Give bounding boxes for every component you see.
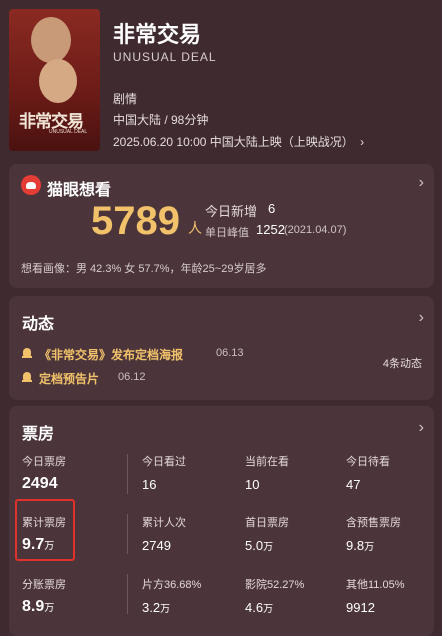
stat-value: 5.0万 — [245, 538, 289, 553]
stat-cinema-share[interactable]: 影院52.27% 4.6万 — [245, 576, 304, 615]
stat-value: 16 — [142, 477, 186, 492]
stat-unit: 万 — [44, 603, 55, 614]
stat-label: 当前在看 — [245, 456, 289, 468]
movie-header: 非常交易 UNUSUAL DEAL 非常交易 UNUSUAL DEAL 剧情 中… — [0, 0, 442, 160]
stat-unit: 万 — [160, 604, 171, 615]
stat-now-watching[interactable]: 当前在看 10 — [245, 453, 289, 492]
boxoffice-card[interactable]: 票房 › 今日票房 2494 今日看过 16 当前在看 10 今日待看 47 累… — [9, 406, 434, 636]
stat-value: 47 — [346, 477, 390, 492]
column-divider — [127, 514, 128, 554]
news-item-2-title[interactable]: 定档预告片 — [39, 370, 99, 387]
stat-label: 今日票房 — [22, 456, 66, 468]
want-to-see-unit: 人 — [188, 220, 202, 236]
stat-number: 9.8 — [346, 538, 365, 553]
chevron-right-icon[interactable]: › — [419, 174, 424, 192]
stat-label: 影院52.27% — [245, 579, 305, 591]
stat-value: 10 — [245, 477, 289, 492]
news-item-2-date: 06.12 — [118, 371, 146, 383]
stat-other-share[interactable]: 其他11.05% 9912 — [346, 576, 405, 615]
stat-number: 3.2 — [142, 600, 161, 615]
news-card[interactable]: 动态 › 《非常交易》发布定档海报 06.13 定档预告片 06.12 4条动态 — [9, 296, 434, 400]
stat-split-boxoffice[interactable]: 分账票房 8.9万 — [22, 576, 66, 616]
stat-label: 今日看过 — [142, 456, 186, 468]
stat-today-boxoffice[interactable]: 今日票房 2494 — [22, 453, 66, 493]
bell-icon — [22, 372, 32, 383]
maoyan-cat-icon — [21, 175, 41, 195]
movie-title: 非常交易 — [113, 22, 202, 47]
poster-subtitle: UNUSUAL DEAL — [49, 129, 88, 135]
want-to-see-title: 猫眼想看 — [47, 182, 112, 199]
news-item-1-title[interactable]: 《非常交易》发布定档海报 — [39, 346, 183, 363]
poster-figure-1 — [31, 17, 71, 63]
stat-value: 2494 — [22, 475, 66, 493]
daily-peak-value: 1252 — [256, 222, 285, 237]
stat-label: 累计人次 — [142, 517, 186, 529]
stat-number: 9.7 — [22, 536, 45, 553]
movie-region-duration: 中国大陆 / 98分钟 — [113, 113, 209, 127]
stat-value: 2749 — [142, 538, 186, 553]
stat-value: 3.2万 — [142, 600, 201, 615]
chevron-right-icon[interactable]: › — [419, 309, 424, 327]
stat-total-admissions[interactable]: 累计人次 2749 — [142, 514, 186, 553]
stat-number: 5.0 — [245, 538, 264, 553]
news-item-1-date: 06.13 — [216, 347, 244, 359]
daily-peak-date: (2021.04.07) — [284, 224, 347, 236]
stat-label: 首日票房 — [245, 517, 289, 529]
news-title: 动态 — [22, 316, 55, 333]
news-count[interactable]: 4条动态 — [383, 355, 422, 371]
stat-number: 2494 — [22, 475, 58, 492]
stat-label: 含预售票房 — [346, 517, 401, 529]
want-to-see-count: 5789 — [91, 199, 180, 243]
want-to-see-card[interactable]: 猫眼想看 › 5789 人 今日新增 6 单日峰值 1252 (2021.04.… — [9, 164, 434, 288]
stat-number: 2749 — [142, 538, 171, 553]
poster-figure-2 — [39, 59, 77, 103]
stat-label: 其他11.05% — [346, 579, 405, 591]
today-new-value: 6 — [268, 201, 276, 216]
stat-unit: 万 — [263, 542, 274, 553]
stat-label: 分账票房 — [22, 579, 66, 591]
column-divider — [127, 454, 128, 494]
stat-number: 4.6 — [245, 600, 264, 615]
movie-english-title: UNUSUAL DEAL — [113, 50, 217, 64]
chevron-right-icon[interactable]: › — [419, 419, 424, 437]
boxoffice-title: 票房 — [22, 426, 55, 443]
stat-number: 16 — [142, 477, 157, 492]
stat-number: 9912 — [346, 600, 375, 615]
stat-today-watched[interactable]: 今日看过 16 — [142, 453, 186, 492]
stat-value: 4.6万 — [245, 600, 304, 615]
stat-number: 47 — [346, 477, 361, 492]
column-divider — [127, 574, 128, 614]
stat-value: 9.8万 — [346, 538, 401, 553]
stat-label: 今日待看 — [346, 456, 390, 468]
movie-genre: 剧情 — [113, 92, 138, 106]
stat-label: 累计票房 — [22, 517, 66, 529]
movie-poster[interactable]: 非常交易 UNUSUAL DEAL — [9, 9, 100, 151]
stat-label: 片方36.68% — [142, 579, 202, 591]
stat-first-day-boxoffice[interactable]: 首日票房 5.0万 — [245, 514, 289, 553]
movie-release-text: 2025.06.20 10:00 中国大陆上映（上映战况） — [113, 135, 354, 149]
stat-presale-boxoffice[interactable]: 含预售票房 9.8万 — [346, 514, 401, 553]
stat-today-pending[interactable]: 今日待看 47 — [346, 453, 390, 492]
movie-release[interactable]: 2025.06.20 10:00 中国大陆上映（上映战况） › — [113, 133, 364, 150]
stat-number: 8.9 — [22, 598, 45, 615]
stat-value: 9.7万 — [22, 536, 66, 554]
stat-unit: 万 — [263, 604, 274, 615]
today-new-label: 今日新增 — [205, 204, 258, 219]
stat-value: 9912 — [346, 600, 405, 615]
chevron-right-icon: › — [360, 135, 365, 149]
stat-producer-share[interactable]: 片方36.68% 3.2万 — [142, 576, 201, 615]
stat-unit: 万 — [364, 542, 375, 553]
stat-value: 8.9万 — [22, 598, 66, 616]
bell-icon — [22, 348, 32, 359]
audience-profile: 想看画像：男 42.3% 女 57.7%，年龄25~29岁居多 — [21, 263, 267, 275]
stat-unit: 万 — [44, 541, 55, 552]
stat-total-boxoffice[interactable]: 累计票房 9.7万 — [22, 514, 66, 554]
daily-peak-label: 单日峰值 — [205, 227, 249, 239]
stat-number: 10 — [245, 477, 260, 492]
